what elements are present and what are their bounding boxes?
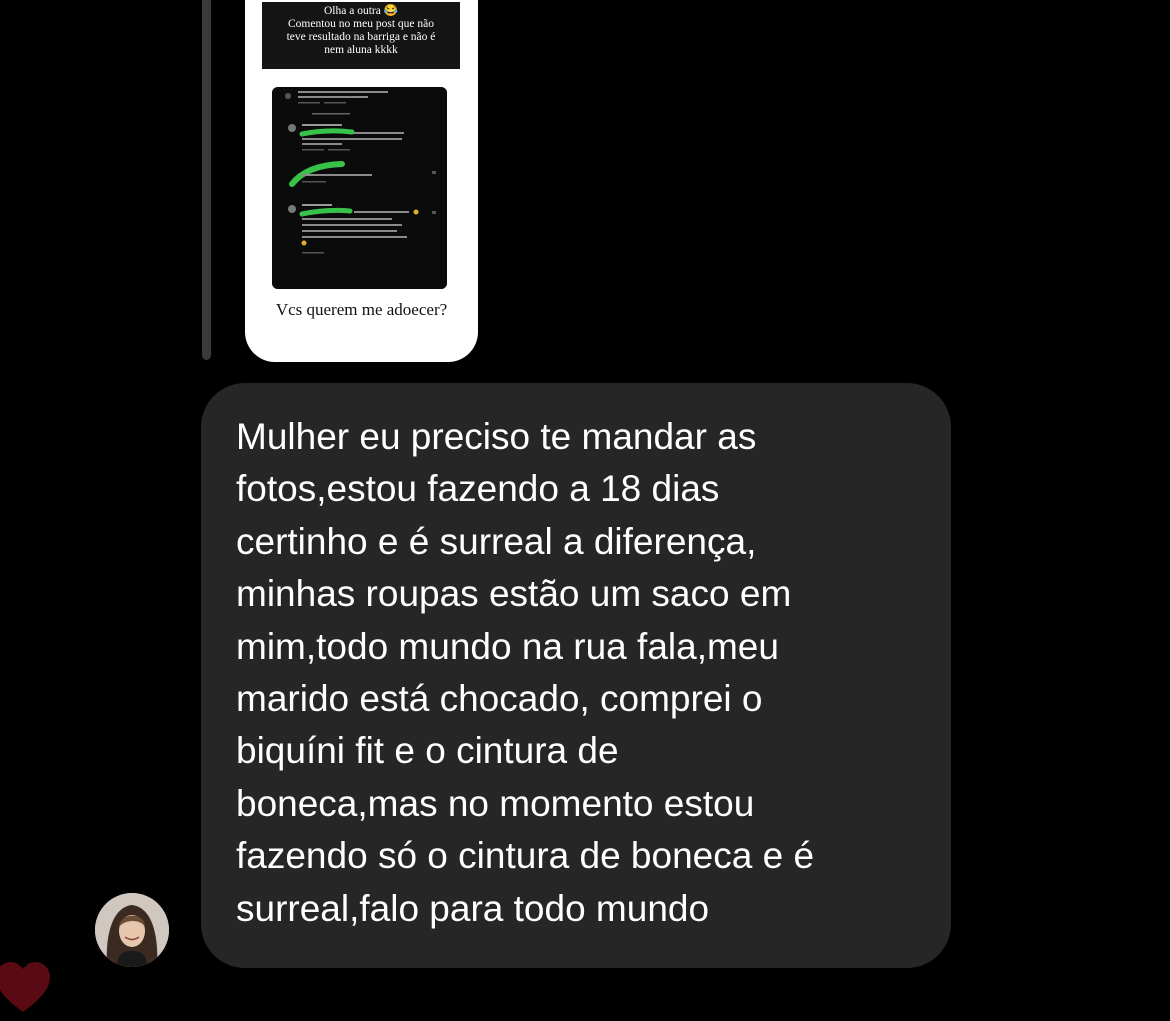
- story-caption-line: nem aluna kkkk: [324, 44, 398, 56]
- story-caption-line: Olha a outra 😂: [323, 5, 399, 17]
- message-bubble[interactable]: Mulher eu preciso te mandar as fotos,est…: [201, 383, 951, 968]
- reply-indicator-bar: [202, 0, 211, 360]
- story-caption-line: teve resultado na barriga e não é: [286, 31, 436, 43]
- story-comments-screenshot: [272, 87, 447, 289]
- message-text: Mulher eu preciso te mandar as fotos,est…: [236, 416, 815, 929]
- story-reply-preview[interactable]: Olha a outra 😂 Comentou no meu post que …: [245, 0, 478, 362]
- story-caption: Olha a outra 😂 Comentou no meu post que …: [262, 2, 460, 69]
- story-caption-line: Comentou no meu post que não: [288, 18, 434, 30]
- story-bottom-text: Vcs querem me adoecer?: [275, 300, 448, 319]
- sender-avatar[interactable]: [95, 893, 169, 967]
- heart-icon[interactable]: [0, 958, 54, 1016]
